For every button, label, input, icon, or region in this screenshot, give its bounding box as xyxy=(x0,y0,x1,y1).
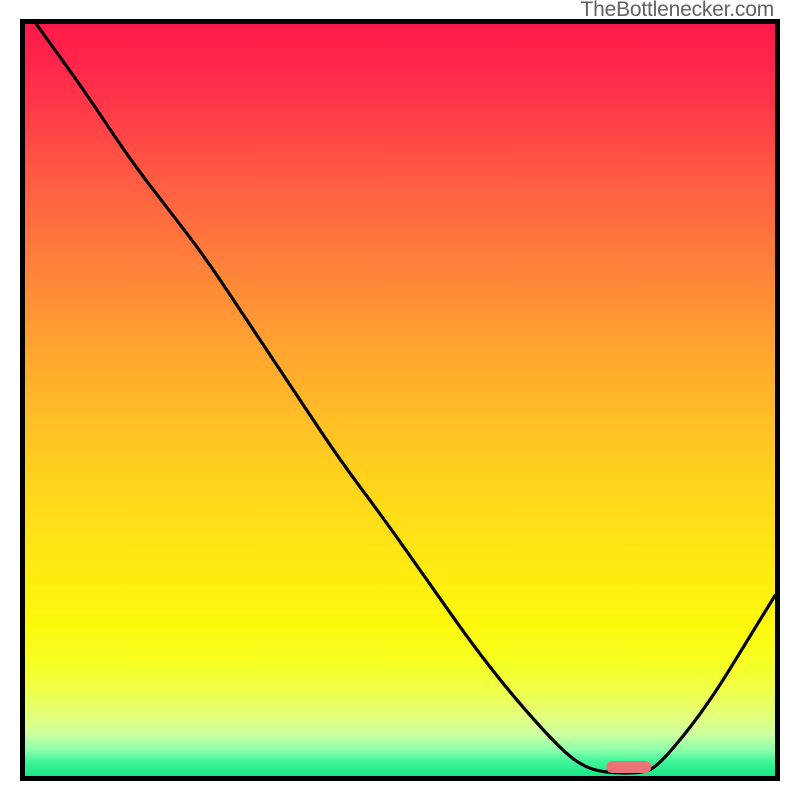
optimal-range-marker xyxy=(606,761,651,773)
plot-curve-layer xyxy=(25,24,775,776)
bottleneck-curve xyxy=(36,24,775,773)
plot-frame xyxy=(20,19,780,781)
